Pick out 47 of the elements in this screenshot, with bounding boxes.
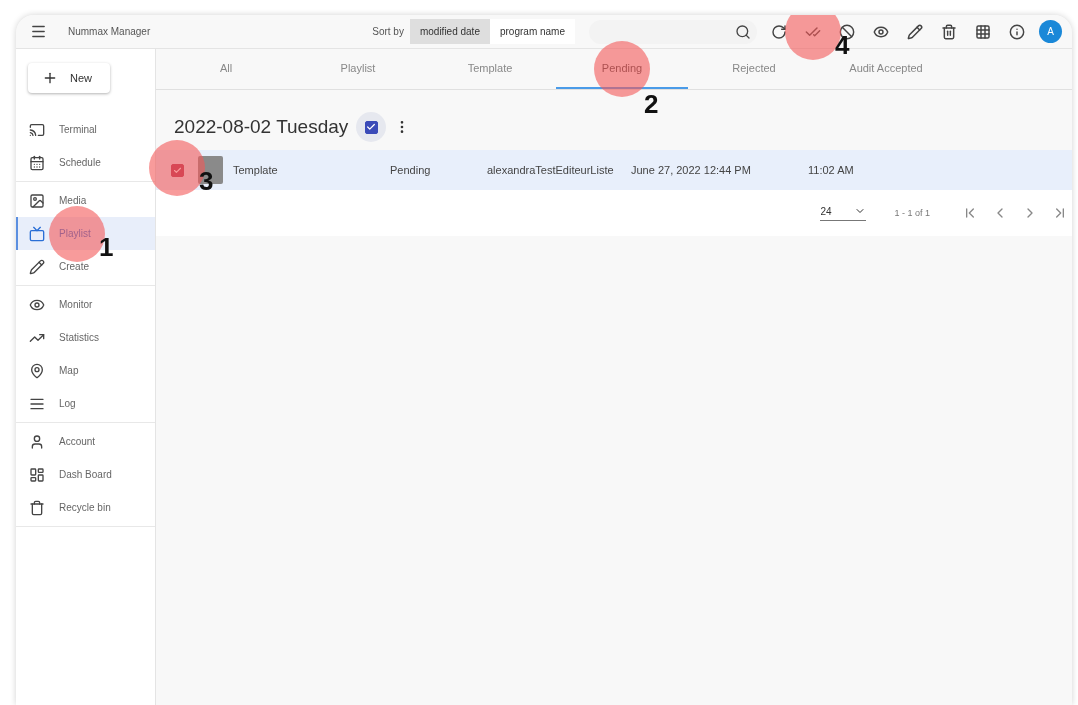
sidebar-item[interactable]: Statistics (16, 321, 155, 354)
table-cell-text: Template (233, 164, 279, 176)
image-icon (29, 192, 45, 209)
app-title: Nummax Manager (68, 26, 151, 37)
table-cell-text: June 27, 2022 12:44 PM (631, 164, 752, 176)
pencil-icon (29, 258, 45, 275)
annotation-number: 4 (835, 31, 850, 58)
select-all-checkbox[interactable] (356, 112, 387, 142)
sidebar-item[interactable]: Recycle bin (16, 491, 155, 524)
calendar-icon (29, 154, 45, 171)
plus-icon (42, 70, 58, 86)
sidebar-item[interactable]: Map (16, 354, 155, 387)
sort-label: Sort by (372, 26, 404, 37)
cast-icon (29, 121, 45, 138)
tv-icon (29, 225, 45, 242)
dashboard-icon (29, 466, 45, 483)
sort-option[interactable]: modified date (409, 19, 490, 44)
tab[interactable]: All (160, 49, 292, 89)
sort-option[interactable]: program name (489, 19, 575, 44)
date-heading: 2022-08-02 Tuesday (174, 116, 349, 138)
tab[interactable]: Playlist (292, 49, 424, 89)
sidebar-item[interactable]: Media (16, 184, 155, 217)
search-icon (735, 23, 751, 40)
check-icon (172, 165, 182, 175)
tab[interactable]: Rejected (688, 49, 820, 89)
sidebar-item[interactable]: Account (16, 425, 155, 458)
avatar[interactable]: A (1039, 20, 1062, 43)
map-pin-icon (29, 362, 45, 379)
sidebar-item[interactable]: Dash Board (16, 458, 155, 491)
tab[interactable]: Template (424, 49, 556, 89)
table-cell-text: 11:02 AM (808, 164, 855, 176)
annotation-circle (594, 41, 650, 97)
per-page-select[interactable]: 24 (820, 205, 867, 221)
sidebar-item[interactable]: Terminal (16, 113, 155, 146)
trash-icon (29, 499, 45, 516)
table-cell-text: alexandraTestEditeurListe (487, 164, 615, 176)
annotation-number: 2 (644, 91, 659, 117)
sidebar-item[interactable]: Monitor (16, 288, 155, 321)
sidebar-item[interactable]: Log (16, 387, 155, 420)
row-checkbox[interactable] (170, 163, 184, 177)
sidebar-item[interactable]: Schedule (16, 146, 155, 179)
table-cell-text: Pending (390, 164, 432, 176)
check-icon (366, 122, 377, 132)
person-icon (29, 433, 45, 450)
new-button[interactable]: New (28, 63, 110, 93)
search-field[interactable] (589, 19, 757, 44)
page-range: 1 - 1 of 1 (894, 208, 930, 218)
